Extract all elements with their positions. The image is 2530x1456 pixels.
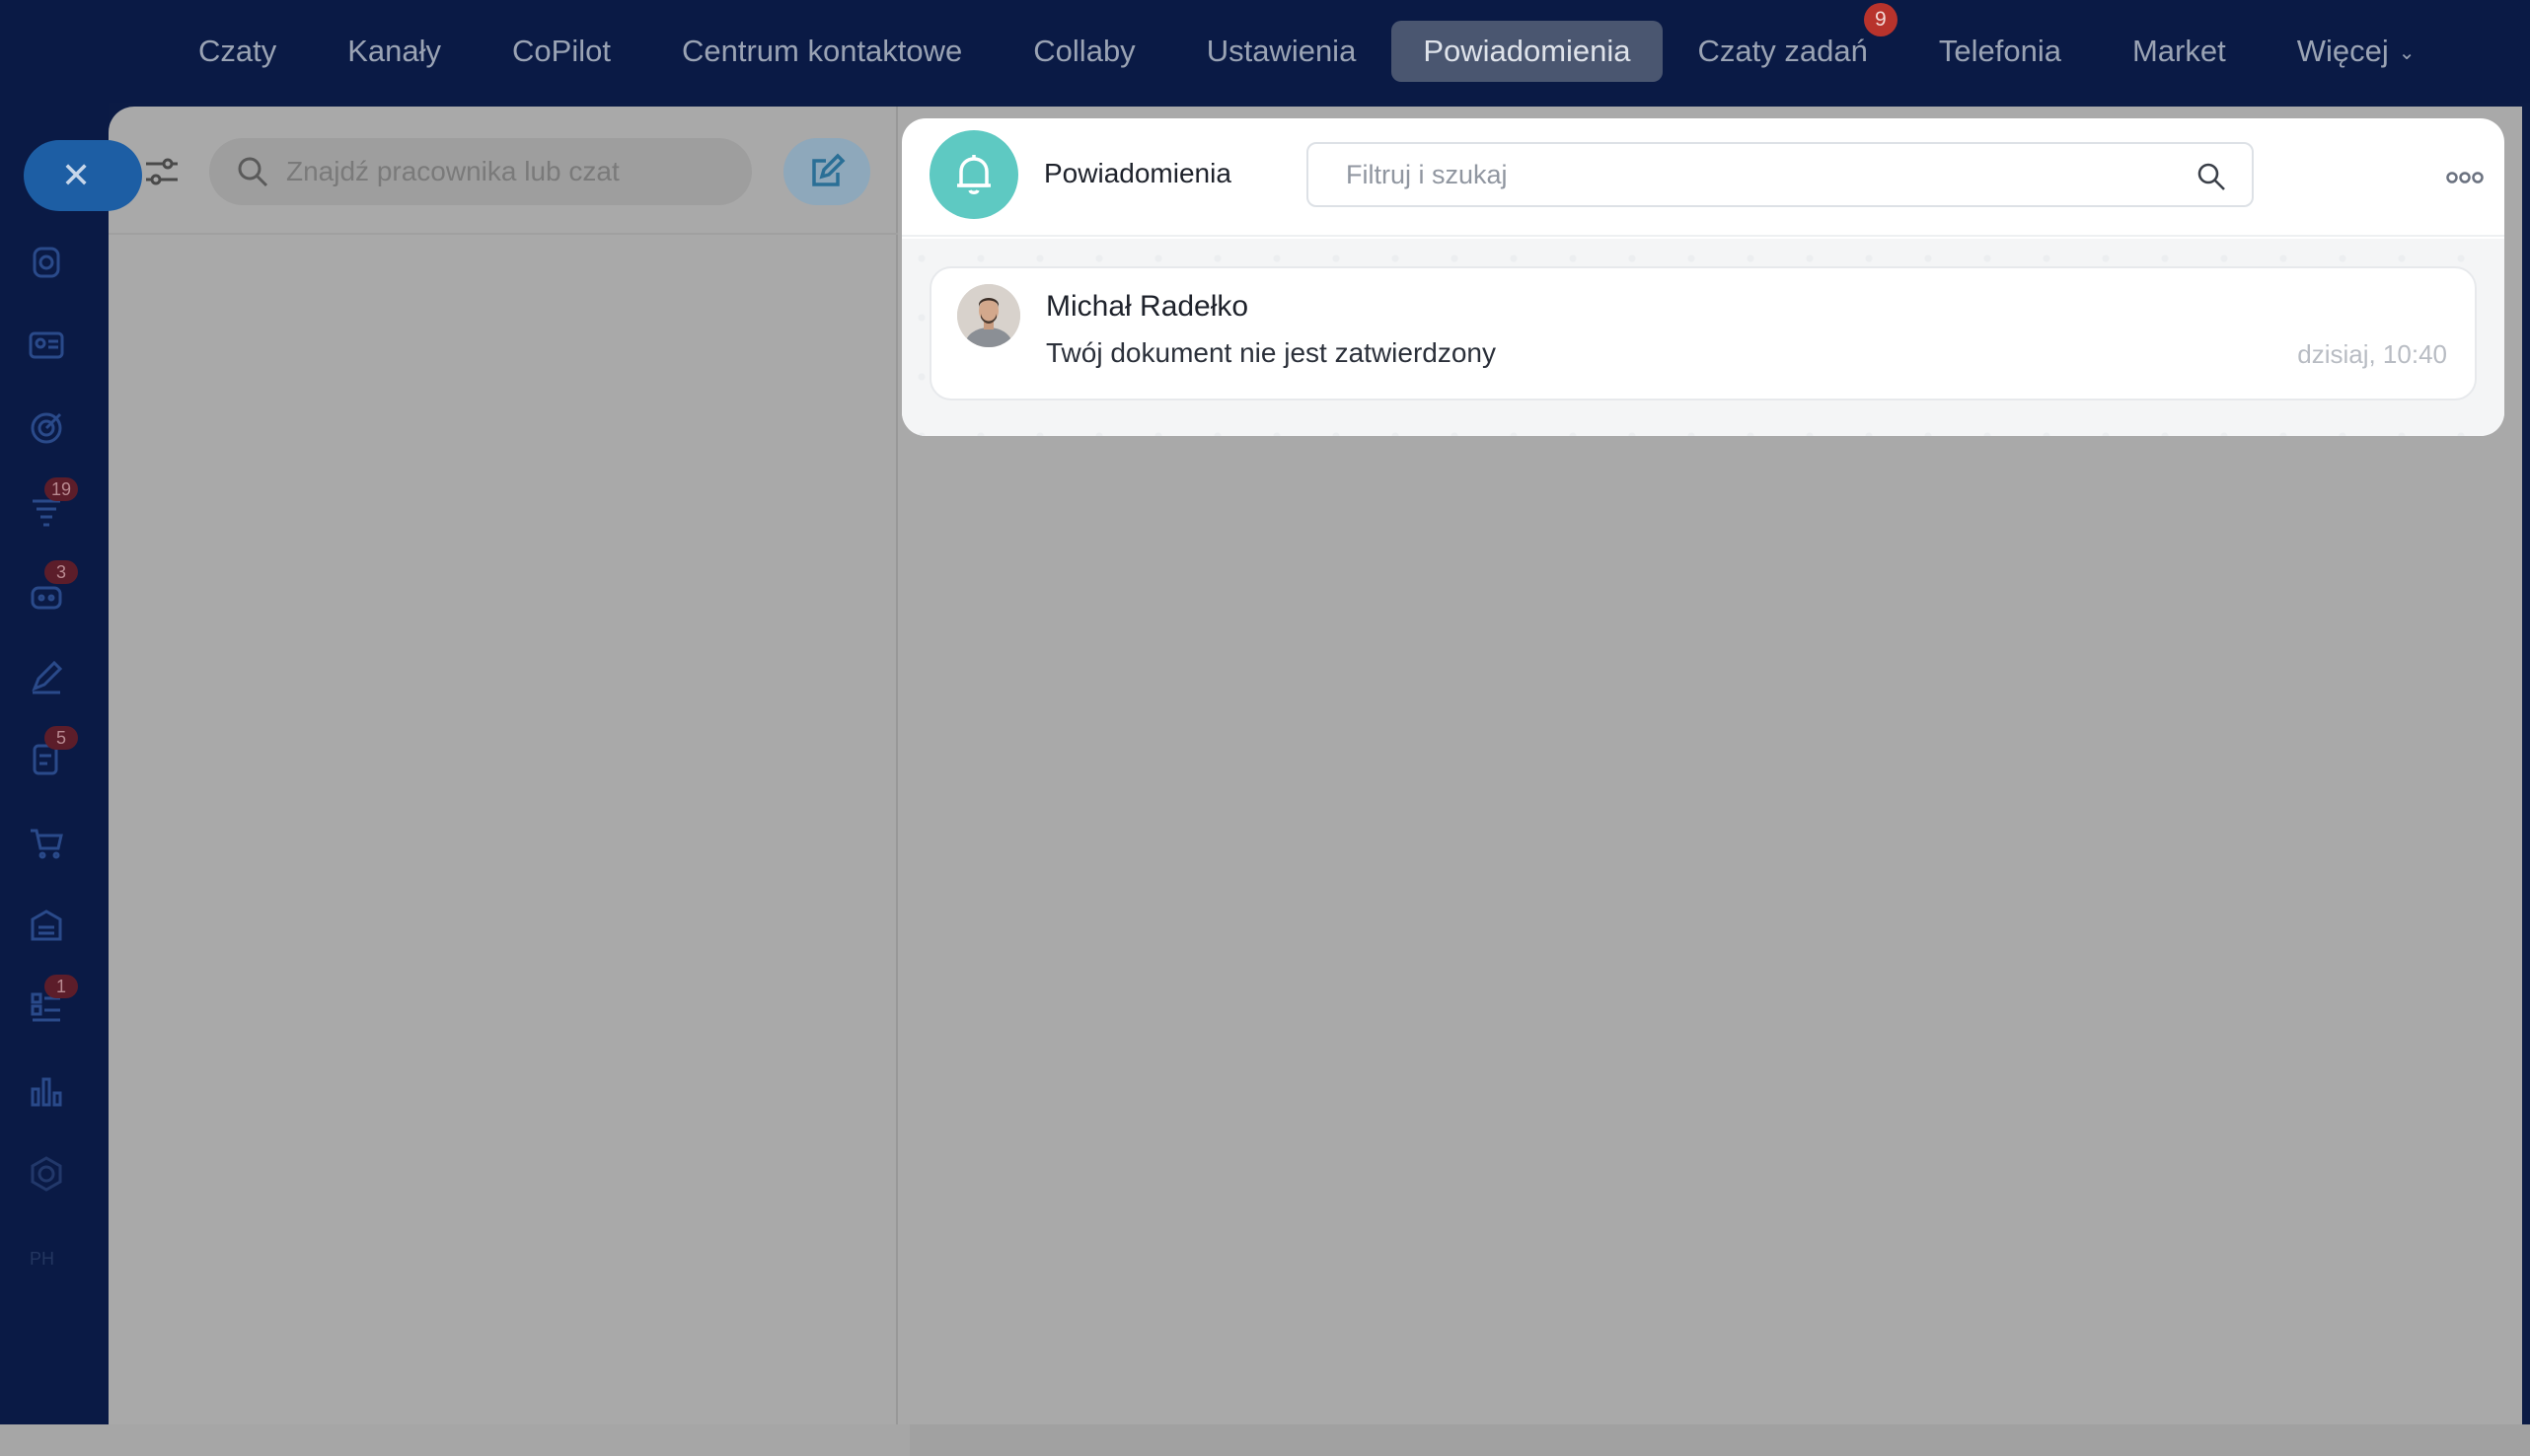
pen-icon[interactable] bbox=[27, 657, 66, 696]
nav-item-collaby[interactable]: Collaby bbox=[998, 21, 1170, 82]
chat-list-pane bbox=[109, 107, 898, 1424]
id-card-icon[interactable] bbox=[27, 326, 66, 365]
nav-item-task-chats-label: Czaty zadań bbox=[1697, 34, 1868, 68]
grid-icon[interactable] bbox=[27, 243, 66, 282]
rail-badge-checklist: 5 bbox=[44, 726, 78, 750]
top-navigation: Czaty Kanały CoPilot Centrum kontaktowe … bbox=[0, 0, 2530, 103]
notifications-search-input[interactable] bbox=[1346, 159, 2155, 190]
notification-item[interactable]: Michał Radełko Twój dokument nie jest za… bbox=[930, 266, 2477, 400]
nav-item-more-label: Więcej bbox=[2296, 34, 2389, 68]
nav-item-notifications[interactable]: Powiadomienia bbox=[1391, 21, 1663, 82]
nav-item-more[interactable]: Więcej ⌄ bbox=[2262, 21, 2451, 82]
nav-item-contact-center[interactable]: Centrum kontaktowe bbox=[646, 21, 998, 82]
nav-item-task-chats[interactable]: Czaty zadań 9 bbox=[1663, 3, 1903, 82]
filter-sliders-icon[interactable] bbox=[142, 152, 182, 191]
chevron-down-icon: ⌄ bbox=[2398, 41, 2416, 64]
checklist-icon[interactable]: 5 bbox=[27, 726, 78, 779]
notifications-title: Powiadomienia bbox=[1044, 158, 1231, 188]
search-icon bbox=[238, 157, 268, 187]
task-chats-badge: 9 bbox=[1863, 3, 1898, 36]
left-icon-rail: 19 3 5 1 PH bbox=[0, 103, 109, 1424]
compose-icon bbox=[812, 153, 846, 186]
bell-icon bbox=[930, 130, 1018, 219]
notifications-search-box[interactable] bbox=[1306, 142, 2254, 207]
hexagon-icon[interactable] bbox=[27, 1154, 66, 1194]
new-chat-button[interactable] bbox=[783, 138, 870, 205]
notifications-list: Michał Radełko Twój dokument nie jest za… bbox=[902, 239, 2504, 436]
rail-badge-robot: 3 bbox=[44, 560, 78, 584]
rail-badge-tasks: 1 bbox=[44, 975, 78, 998]
notifications-popup: Powiadomienia Michał Radełko Twój doku bbox=[902, 118, 2504, 436]
bar-chart-icon[interactable] bbox=[27, 1071, 66, 1111]
search-icon[interactable] bbox=[2196, 162, 2226, 191]
close-button[interactable]: ✕ bbox=[24, 140, 142, 211]
bottom-strip bbox=[0, 1424, 2530, 1456]
notification-timestamp: dzisiaj, 10:40 bbox=[2297, 339, 2447, 369]
cart-icon[interactable] bbox=[27, 823, 66, 862]
employee-search-input[interactable] bbox=[286, 156, 720, 187]
nav-item-czaty[interactable]: Czaty bbox=[163, 21, 312, 82]
target-icon[interactable] bbox=[27, 408, 66, 448]
task-list-icon[interactable]: 1 bbox=[27, 975, 78, 1028]
funnel-icon[interactable]: 19 bbox=[27, 477, 78, 531]
rail-footer-text: PH bbox=[30, 1249, 55, 1269]
avatar[interactable] bbox=[957, 284, 1020, 347]
nav-item-settings[interactable]: Ustawienia bbox=[1171, 21, 1392, 82]
chat-list-header bbox=[109, 107, 898, 235]
robot-icon[interactable]: 3 bbox=[27, 560, 78, 614]
notification-message: Twój dokument nie jest zatwierdzony bbox=[1046, 337, 1496, 368]
nav-item-market[interactable]: Market bbox=[2097, 21, 2262, 82]
nav-item-telephony[interactable]: Telefonia bbox=[1903, 21, 2097, 82]
more-options-icon[interactable] bbox=[2445, 160, 2485, 195]
notification-author: Michał Radełko bbox=[1046, 290, 1249, 323]
nav-item-kanaly[interactable]: Kanały bbox=[312, 21, 477, 82]
warehouse-icon[interactable] bbox=[27, 906, 66, 945]
rail-badge-funnel: 19 bbox=[44, 477, 78, 501]
employee-search-box[interactable] bbox=[209, 138, 752, 205]
notifications-header: Powiadomienia bbox=[902, 118, 2504, 237]
nav-item-copilot[interactable]: CoPilot bbox=[477, 21, 646, 82]
